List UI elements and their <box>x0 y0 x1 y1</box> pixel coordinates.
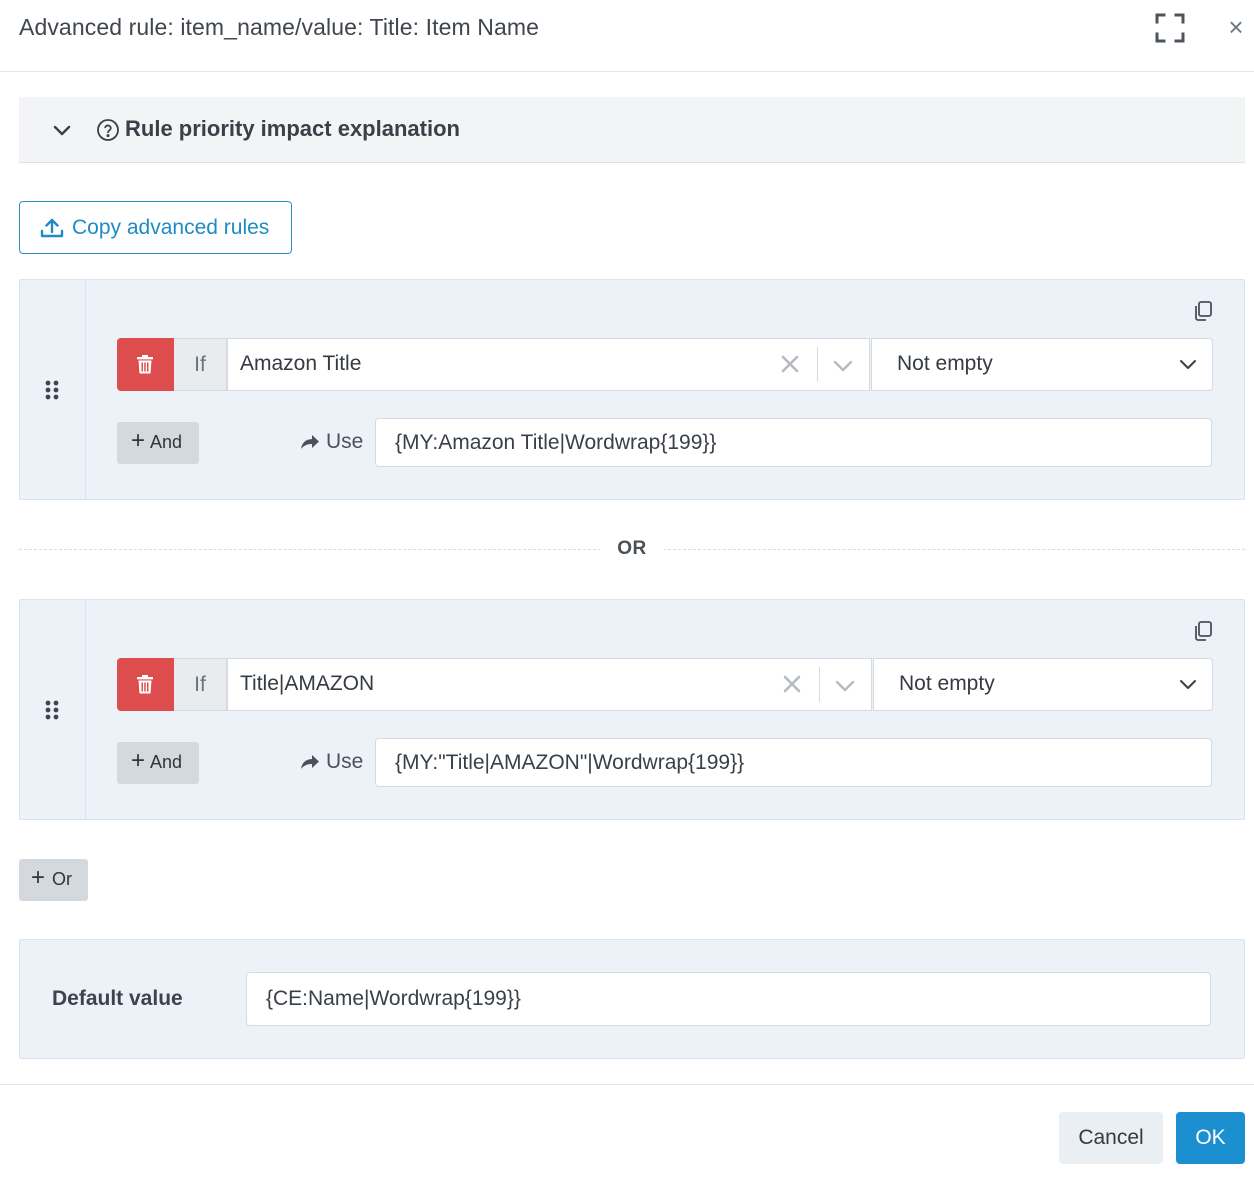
help-circle-icon <box>96 118 120 142</box>
default-value-input[interactable] <box>246 972 1211 1026</box>
chevron-down-icon[interactable] <box>834 675 856 697</box>
operator-select[interactable]: Not empty <box>873 658 1213 711</box>
select-separator <box>819 667 820 702</box>
plus-icon: + <box>131 747 146 774</box>
ok-button[interactable]: OK <box>1176 1112 1245 1164</box>
drag-handle[interactable] <box>20 280 86 499</box>
drag-dots-icon <box>45 380 59 400</box>
or-button-label: Or <box>52 869 72 889</box>
chevron-down-icon <box>1178 674 1198 694</box>
add-or-rule-button[interactable]: + Or <box>19 859 88 901</box>
rule-block-1: If Amazon Title Not empty + And Use <box>19 279 1245 500</box>
copy-advanced-rules-button[interactable]: Copy advanced rules <box>19 201 292 254</box>
accordion-label: Rule priority impact explanation <box>125 116 460 141</box>
delete-rule-button[interactable] <box>117 658 174 711</box>
add-and-condition-button[interactable]: + And <box>117 742 199 784</box>
share-arrow-icon <box>301 755 319 769</box>
rule-block-2: If Title|AMAZON Not empty + And Use <box>19 599 1245 820</box>
expand-icon[interactable] <box>1154 12 1186 44</box>
rule-priority-accordion[interactable]: Rule priority impact explanation <box>19 97 1245 163</box>
clear-icon[interactable] <box>779 353 801 375</box>
and-label: And <box>150 752 183 772</box>
chevron-down-icon <box>51 119 73 141</box>
copy-advanced-rules-label: Copy advanced rules <box>72 216 270 239</box>
cancel-button[interactable]: Cancel <box>1059 1112 1163 1164</box>
dialog-header: Advanced rule: item_name/value: Title: I… <box>0 0 1254 72</box>
default-value-panel: Default value <box>19 939 1245 1059</box>
drag-dots-icon <box>45 700 59 720</box>
operator-select-value: Not empty <box>899 672 995 695</box>
field-select-value: Title|AMAZON <box>240 672 375 695</box>
use-value-input[interactable] <box>375 738 1212 787</box>
trash-icon <box>137 675 153 694</box>
chevron-down-icon[interactable] <box>832 355 854 377</box>
and-label: And <box>150 432 183 452</box>
clear-icon[interactable] <box>781 673 803 695</box>
upload-icon <box>40 217 64 239</box>
if-label: If <box>174 658 227 711</box>
dialog-footer: Cancel OK <box>0 1084 1254 1178</box>
add-and-condition-button[interactable]: + And <box>117 422 199 464</box>
field-select-value: Amazon Title <box>240 352 362 375</box>
if-label: If <box>174 338 227 391</box>
share-arrow-icon <box>301 435 319 449</box>
plus-icon: + <box>31 864 46 891</box>
field-select[interactable]: Amazon Title <box>227 338 870 391</box>
duplicate-icon[interactable] <box>1192 620 1214 642</box>
use-value-input[interactable] <box>375 418 1212 467</box>
trash-icon <box>137 355 153 374</box>
plus-icon: + <box>131 427 146 454</box>
field-select[interactable]: Title|AMAZON <box>227 658 872 711</box>
close-icon[interactable]: × <box>1224 14 1248 40</box>
duplicate-icon[interactable] <box>1192 300 1214 322</box>
drag-handle[interactable] <box>20 600 86 819</box>
operator-select[interactable]: Not empty <box>871 338 1213 391</box>
or-separator-label: OR <box>600 538 664 560</box>
select-separator <box>817 347 818 382</box>
operator-select-value: Not empty <box>897 352 993 375</box>
chevron-down-icon <box>1178 354 1198 374</box>
delete-rule-button[interactable] <box>117 338 174 391</box>
default-value-label: Default value <box>52 987 183 1010</box>
dialog-title: Advanced rule: item_name/value: Title: I… <box>19 14 539 40</box>
